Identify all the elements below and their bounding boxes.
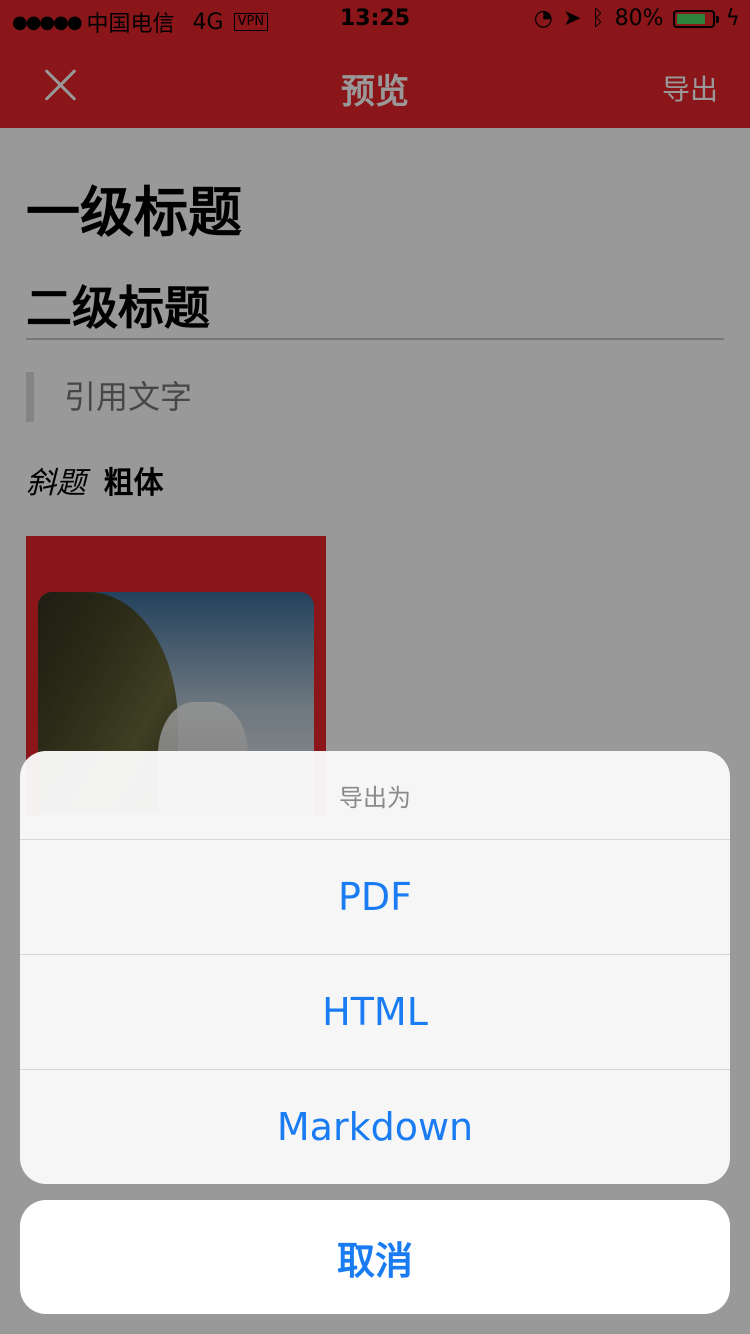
cancel-button[interactable]: 取消 [20, 1200, 730, 1314]
action-sheet-title: 导出为 [20, 751, 730, 840]
export-html-button[interactable]: HTML [20, 955, 730, 1070]
export-pdf-button[interactable]: PDF [20, 840, 730, 955]
export-action-sheet: 导出为 PDF HTML Markdown [20, 751, 730, 1184]
export-markdown-button[interactable]: Markdown [20, 1070, 730, 1184]
